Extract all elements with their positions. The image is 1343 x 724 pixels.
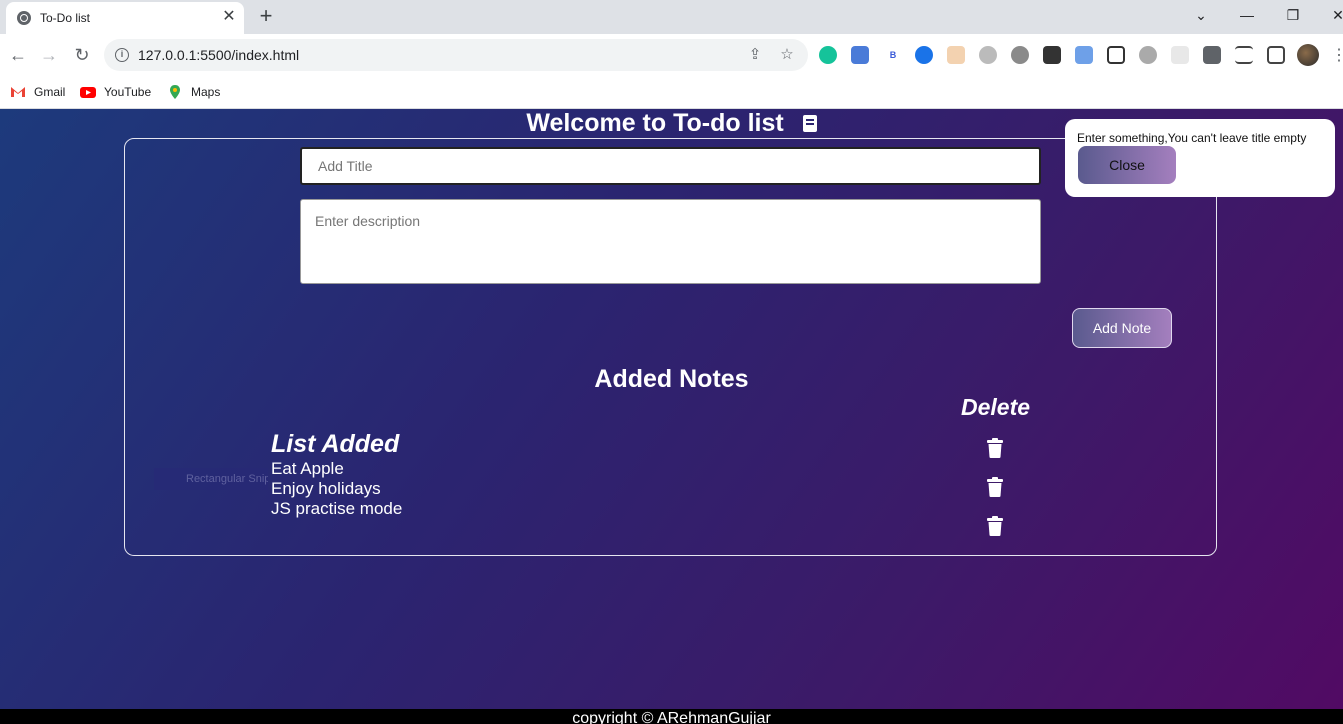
bookmark-youtube[interactable]: YouTube xyxy=(80,83,151,101)
add-note-button[interactable]: Add Note xyxy=(1072,308,1172,348)
extension-clipboard-icon[interactable] xyxy=(1075,46,1093,64)
note-item: Enjoy holidays xyxy=(271,479,381,498)
minimize-button[interactable]: — xyxy=(1235,4,1259,26)
extension-k-icon[interactable] xyxy=(979,46,997,64)
todo-page: Welcome to To-do list Add Note Added Not… xyxy=(0,109,1343,724)
site-info-icon[interactable]: i xyxy=(115,48,129,62)
tab-search-icon[interactable]: ⌄ xyxy=(1189,4,1213,26)
extensions-puzzle-icon[interactable] xyxy=(1203,46,1221,64)
back-icon[interactable]: ← xyxy=(6,43,30,67)
book-icon xyxy=(802,115,817,132)
toast-close-button[interactable]: Close xyxy=(1078,146,1176,184)
extension-calendar-icon[interactable] xyxy=(947,46,965,64)
browser-toolbar: ← → ↻ i 127.0.0.1:5500/index.html ⇪ ☆ B … xyxy=(0,34,1343,76)
globe-icon xyxy=(17,11,31,25)
bookmark-maps[interactable]: Maps xyxy=(167,83,220,101)
trash-icon[interactable] xyxy=(987,477,1003,497)
side-panel-icon[interactable] xyxy=(1267,46,1285,64)
list-added-heading: List Added xyxy=(271,430,400,458)
note-item: Eat Apple xyxy=(271,459,344,478)
close-window-button[interactable]: ✕ xyxy=(1326,4,1343,26)
profile-avatar[interactable] xyxy=(1297,44,1319,66)
browser-tab[interactable]: To-Do list ✕ xyxy=(6,2,244,34)
tab-title: To-Do list xyxy=(40,11,91,25)
grammarly-icon[interactable] xyxy=(819,46,837,64)
address-bar[interactable]: i 127.0.0.1:5500/index.html ⇪ ☆ xyxy=(104,39,808,71)
trash-icon[interactable] xyxy=(987,438,1003,458)
gmail-icon xyxy=(10,84,26,100)
tab-close-icon[interactable]: ✕ xyxy=(220,8,238,26)
extension-b-icon[interactable]: B xyxy=(884,46,902,64)
trash-icon[interactable] xyxy=(987,516,1003,536)
forward-icon[interactable]: → xyxy=(37,43,61,67)
reload-icon[interactable]: ↻ xyxy=(70,43,94,67)
extension-m-icon[interactable] xyxy=(1043,46,1061,64)
page-title-text: Welcome to To-do list xyxy=(526,109,784,137)
extension-gear-icon[interactable] xyxy=(1011,46,1029,64)
added-notes-heading: Added Notes xyxy=(594,365,749,393)
media-control-icon[interactable] xyxy=(1235,46,1253,64)
bookmark-star-icon[interactable]: ☆ xyxy=(778,46,796,64)
delete-heading: Delete xyxy=(961,394,1031,420)
footer: copyright © ARehmanGujjar xyxy=(0,709,1343,724)
share-icon[interactable]: ⇪ xyxy=(746,46,764,64)
menu-kebab-icon[interactable]: ⋮ xyxy=(1331,45,1343,65)
extension-grid-icon[interactable] xyxy=(1171,46,1189,64)
restore-button[interactable]: ❐ xyxy=(1281,4,1305,26)
new-tab-button[interactable]: + xyxy=(255,5,277,27)
description-input[interactable] xyxy=(300,199,1041,284)
alert-toast: Enter something,You can't leave title em… xyxy=(1065,119,1335,197)
bookmark-label: YouTube xyxy=(104,85,152,99)
toast-message: Enter something,You can't leave title em… xyxy=(1077,131,1307,145)
tab-strip: To-Do list ✕ + ⌄ — ❐ ✕ xyxy=(0,0,1343,34)
extension-globe-icon[interactable] xyxy=(1139,46,1157,64)
youtube-icon xyxy=(80,84,96,100)
bookmark-label: Gmail xyxy=(34,85,66,99)
extension-e-icon[interactable] xyxy=(915,46,933,64)
note-item: JS practise mode xyxy=(271,499,403,518)
snip-overlay: Rectangular Snip xyxy=(154,468,268,490)
picture-in-picture-icon[interactable] xyxy=(1107,46,1125,64)
translate-icon[interactable] xyxy=(851,46,869,64)
title-input[interactable] xyxy=(300,147,1041,185)
bookmark-gmail[interactable]: Gmail xyxy=(10,83,65,101)
bookmark-label: Maps xyxy=(191,85,221,99)
url-text[interactable]: 127.0.0.1:5500/index.html xyxy=(138,47,299,63)
maps-pin-icon xyxy=(167,84,183,100)
bookmarks-bar: Gmail YouTube Maps xyxy=(0,76,1343,109)
